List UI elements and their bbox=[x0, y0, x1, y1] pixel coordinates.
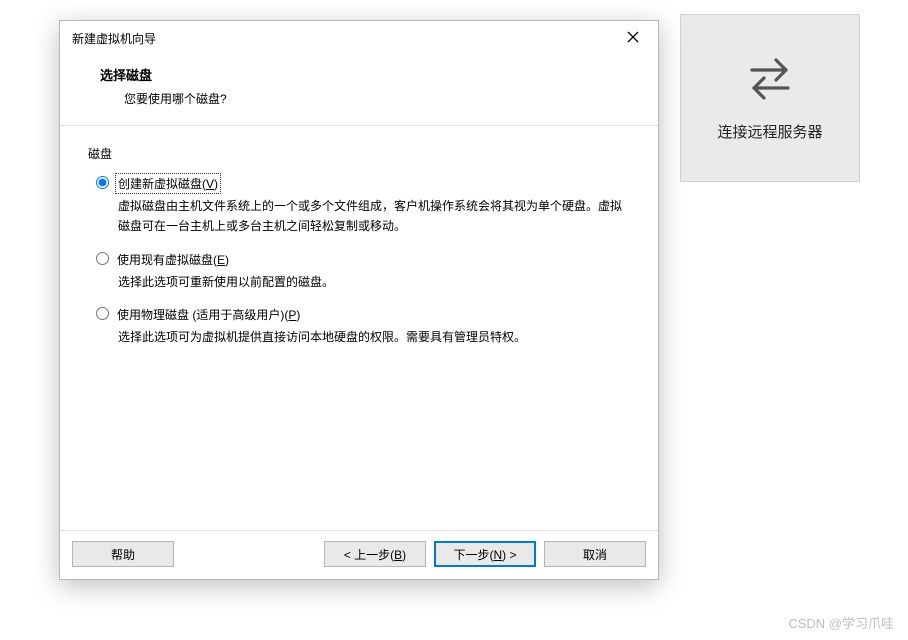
watermark: CSDN @学习爪哇 bbox=[788, 613, 894, 632]
radio-create-new-disk-input[interactable] bbox=[96, 176, 109, 189]
new-vm-wizard-dialog: 新建虚拟机向导 选择磁盘 您要使用哪个磁盘? 磁盘 创建新虚拟磁盘(V) 虚拟磁… bbox=[59, 20, 659, 580]
radio-use-physical-disk-label: 使用物理磁盘 (适用于高级用户)(P) bbox=[117, 306, 300, 323]
help-button[interactable]: 帮助 bbox=[72, 541, 174, 567]
connect-remote-server-label: 连接远程服务器 bbox=[717, 121, 822, 142]
disk-group-box: 创建新虚拟磁盘(V) 虚拟磁盘由主机文件系统上的一个或多个文件组成，客户机操作系… bbox=[82, 155, 636, 372]
close-icon bbox=[627, 31, 639, 46]
radio-create-new-disk-desc: 虚拟磁盘由主机文件系统上的一个或多个文件组成，客户机操作系统会将其视为单个硬盘。… bbox=[118, 196, 622, 237]
radio-use-existing-disk-desc: 选择此选项可重新使用以前配置的磁盘。 bbox=[118, 272, 622, 292]
radio-create-new-disk[interactable]: 创建新虚拟磁盘(V) bbox=[96, 175, 622, 192]
connect-remote-server-tile[interactable]: 连接远程服务器 bbox=[680, 14, 860, 182]
radio-use-physical-disk-desc: 选择此选项可为虚拟机提供直接访问本地硬盘的权限。需要具有管理员特权。 bbox=[118, 327, 622, 347]
next-button[interactable]: 下一步(N) > bbox=[434, 541, 536, 567]
radio-create-new-disk-label: 创建新虚拟磁盘(V) bbox=[117, 175, 219, 192]
wizard-header: 选择磁盘 您要使用哪个磁盘? bbox=[60, 55, 658, 125]
dialog-title: 新建虚拟机向导 bbox=[72, 30, 612, 47]
dialog-titlebar: 新建虚拟机向导 bbox=[60, 21, 658, 55]
wizard-subheading: 您要使用哪个磁盘? bbox=[100, 90, 638, 107]
close-button[interactable] bbox=[612, 23, 654, 53]
wizard-heading: 选择磁盘 bbox=[100, 65, 638, 84]
radio-use-physical-disk-input[interactable] bbox=[96, 307, 109, 320]
radio-use-existing-disk-input[interactable] bbox=[96, 252, 109, 265]
cancel-button[interactable]: 取消 bbox=[544, 541, 646, 567]
radio-use-existing-disk[interactable]: 使用现有虚拟磁盘(E) bbox=[96, 251, 622, 268]
radio-use-existing-disk-label: 使用现有虚拟磁盘(E) bbox=[117, 251, 229, 268]
back-button[interactable]: < 上一步(B) bbox=[324, 541, 426, 567]
radio-use-physical-disk[interactable]: 使用物理磁盘 (适用于高级用户)(P) bbox=[96, 306, 622, 323]
swap-arrows-icon bbox=[744, 54, 796, 105]
wizard-footer: 帮助 < 上一步(B) 下一步(N) > 取消 bbox=[60, 530, 658, 579]
disk-group-label: 磁盘 bbox=[84, 145, 116, 162]
wizard-content: 磁盘 创建新虚拟磁盘(V) 虚拟磁盘由主机文件系统上的一个或多个文件组成，客户机… bbox=[60, 126, 658, 530]
